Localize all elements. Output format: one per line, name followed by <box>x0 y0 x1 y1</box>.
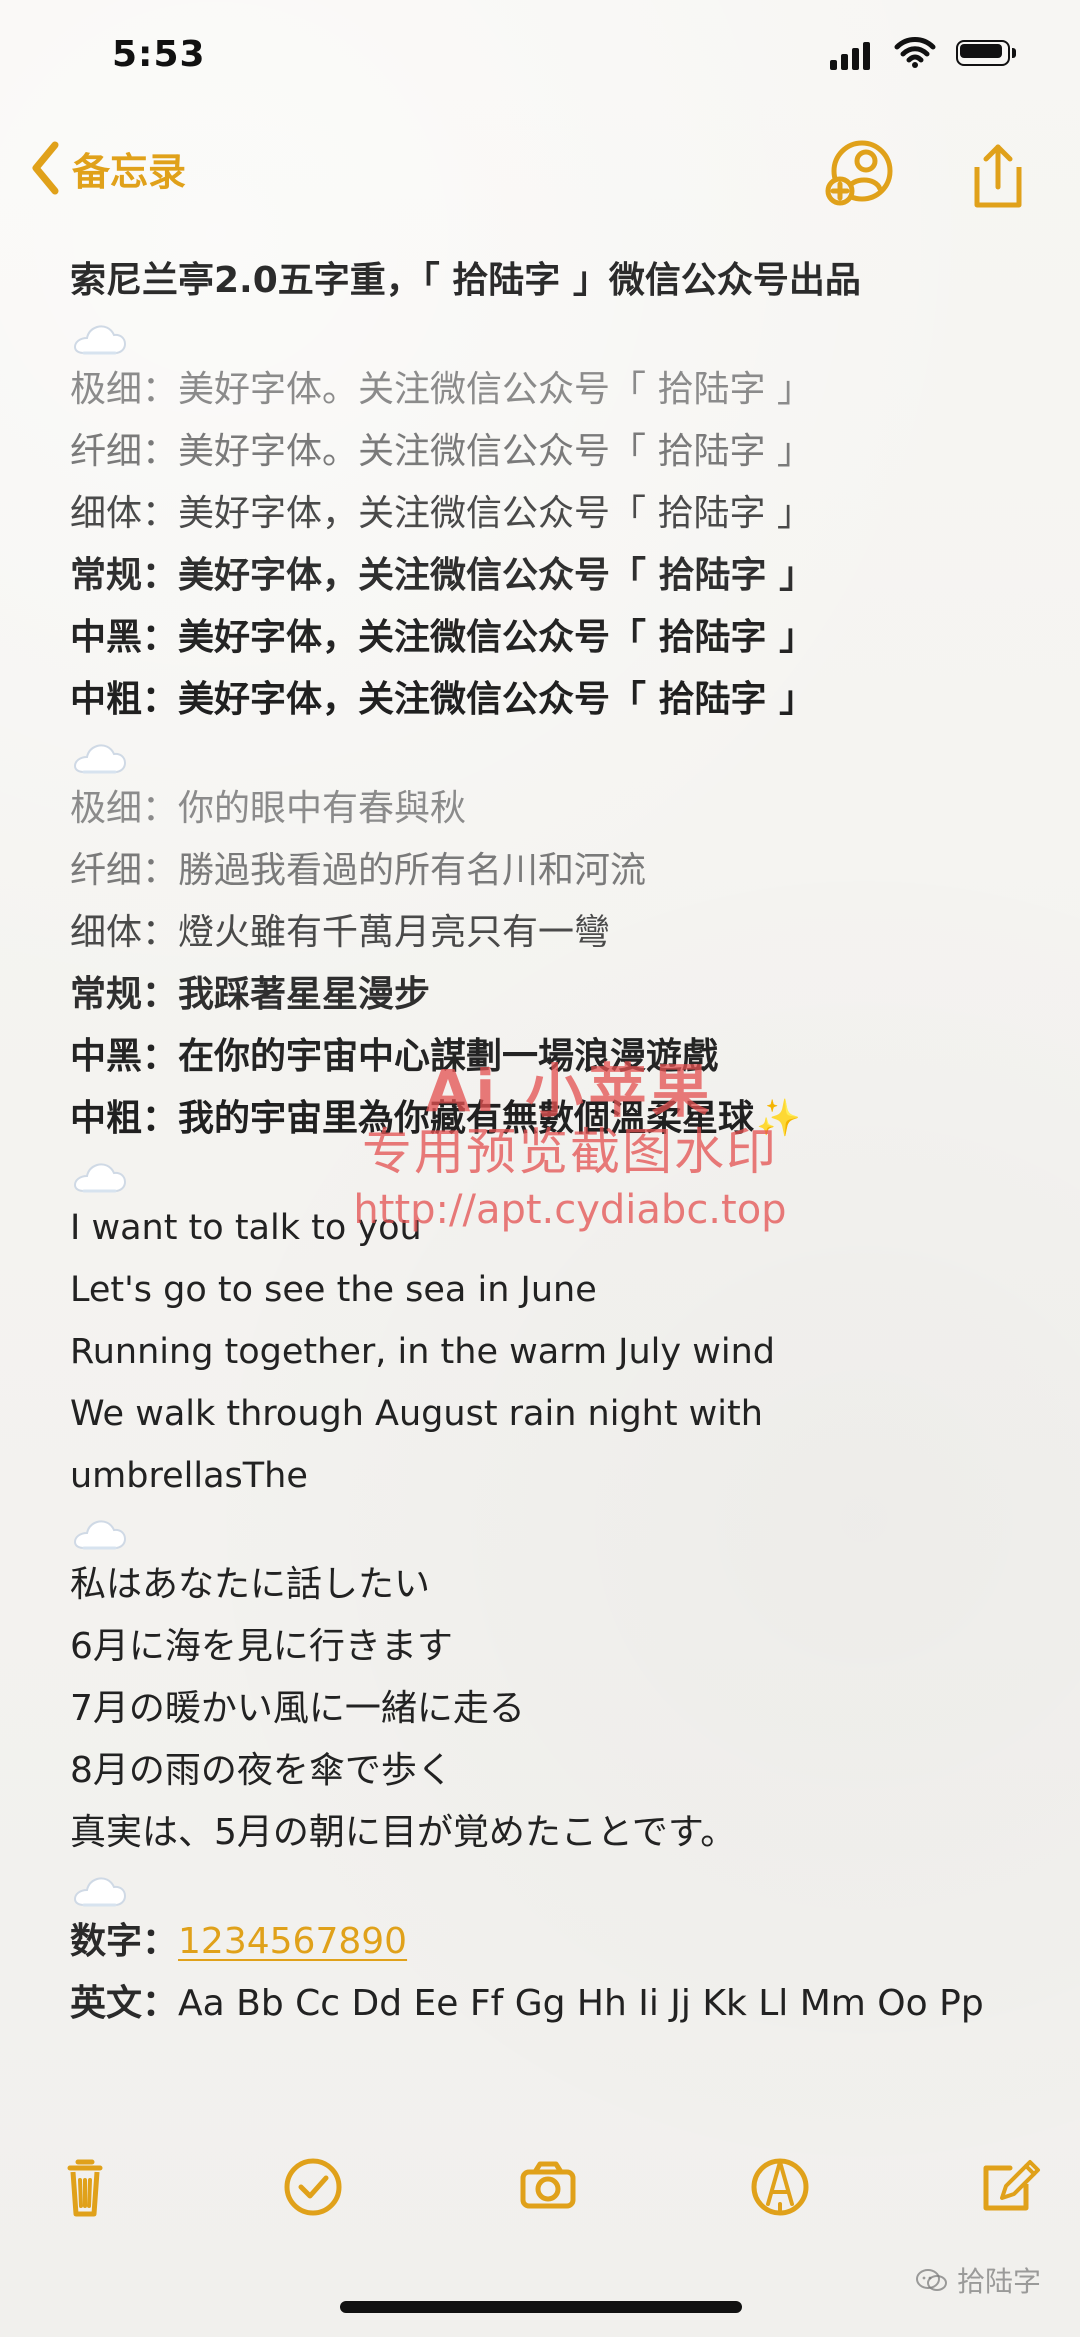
english-line-1: I want to talk to you <box>70 1208 422 1248</box>
english-alphabet: Aa Bb Cc Dd Ee Ff Gg Hh Ii Jj Kk Ll Mm O… <box>178 1983 984 2024</box>
numbers-line: 数字：1234567890 <box>70 1911 1010 1973</box>
note-content[interactable]: 索尼兰亭2.0五字重，「 拾陆字 」微信公众号出品 极细：美好字体。关注微信公众… <box>70 250 1010 2035</box>
delete-button[interactable] <box>42 2144 128 2230</box>
japanese-line-2: 6月に海を見に行きます <box>70 1626 453 1667</box>
add-person-button[interactable] <box>818 133 904 219</box>
camera-icon <box>520 2161 576 2209</box>
cloud-icon <box>70 1518 126 1554</box>
sample-line-bold-1: 中粗：美好字体，关注微信公众号「 拾陆字 」 <box>70 679 816 720</box>
camera-button[interactable] <box>505 2144 591 2230</box>
japanese-line-1: 私はあなたに話したい <box>70 1564 431 1605</box>
sample-line-thin-1: 细体：美好字体，关注微信公众号「 拾陆字 」 <box>70 493 813 534</box>
brand-name: 拾陆字 <box>957 2265 1042 2298</box>
cloud-icon <box>70 323 126 359</box>
english-line-2: Let's go to see the sea in June <box>70 1270 597 1310</box>
home-indicator[interactable] <box>340 2301 742 2313</box>
sample-line-regular-2: 常规：我踩著星星漫步 <box>70 974 431 1015</box>
english-line-5: umbrellasThe <box>70 1456 308 1496</box>
sample-line-medium-2: 中黑：在你的宇宙中心謀劃一場浪漫遊戲 <box>70 1036 719 1077</box>
back-label: 备忘录 <box>72 149 187 194</box>
wifi-icon <box>894 37 936 68</box>
chevron-left-icon <box>32 141 59 195</box>
sparkle-icon: ✨ <box>756 1098 801 1139</box>
sample-line-thin-2: 细体：燈火雖有千萬月亮只有一彎 <box>70 912 611 953</box>
notes-top-bar: 备忘录 <box>0 115 1080 235</box>
sample-line-extra-light-2: 极细：你的眼中有春與秋 <box>70 788 467 829</box>
markup-button[interactable] <box>737 2144 823 2230</box>
cloud-icon <box>70 1161 126 1197</box>
wechat-brand-mark: 拾陆字 <box>915 2260 1041 2300</box>
sample-line-light-1: 纤细：美好字体。关注微信公众号「 拾陆字 」 <box>70 431 813 472</box>
english-line-3: Running together, in the warm July wind <box>70 1332 775 1372</box>
share-button[interactable] <box>955 133 1041 219</box>
back-button[interactable]: 备忘录 <box>28 139 186 197</box>
numbers-label: 数字： <box>70 1921 179 1962</box>
japanese-line-3: 7月の暖かい風に一緒に走る <box>70 1688 525 1729</box>
compose-icon <box>983 2160 1040 2211</box>
english-alphabet-line: 英文：Aa Bb Cc Dd Ee Ff Gg Hh Ii Jj Kk Ll M… <box>70 1973 1010 2035</box>
checkmark-circle-icon <box>284 2158 342 2216</box>
notes-bottom-toolbar <box>0 2138 1080 2236</box>
japanese-line-4: 8月の雨の夜を傘で歩く <box>70 1750 453 1791</box>
wechat-icon <box>916 2269 947 2291</box>
status-bar: 5:53 <box>0 0 1080 112</box>
sample-line-bold-2-text: 中粗：我的宇宙里為你藏有無數個溫柔星球 <box>70 1098 755 1139</box>
sample-line-extra-light-1: 极细：美好字体。关注微信公众号「 拾陆字 」 <box>70 369 813 410</box>
numbers-link[interactable]: 1234567890 <box>178 1921 407 1962</box>
english-line-4: We walk through August rain night with <box>70 1394 763 1434</box>
status-time: 5:53 <box>112 34 206 75</box>
japanese-line-5: 真実は、5月の朝に目が覚めたことです。 <box>70 1812 737 1853</box>
trash-icon <box>67 2159 103 2217</box>
note-title: 索尼兰亭2.0五字重，「 拾陆字 」微信公众号出品 <box>70 260 861 301</box>
cloud-icon <box>70 1875 126 1911</box>
new-note-button[interactable] <box>968 2144 1054 2230</box>
sample-line-bold-2: 中粗：我的宇宙里為你藏有無數個溫柔星球✨ <box>70 1088 1010 1150</box>
sample-line-light-2: 纤细：勝過我看過的所有名川和河流 <box>70 850 647 891</box>
sample-line-regular-1: 常规：美好字体，关注微信公众号「 拾陆字 」 <box>70 555 816 596</box>
english-label: 英文： <box>70 1983 179 2024</box>
cellular-signal-icon <box>830 40 874 70</box>
cloud-icon <box>70 742 126 778</box>
sample-line-medium-1: 中黑：美好字体，关注微信公众号「 拾陆字 」 <box>70 617 816 658</box>
checklist-button[interactable] <box>270 2144 356 2230</box>
battery-icon <box>956 40 1018 68</box>
pen-circle-icon <box>751 2158 809 2216</box>
